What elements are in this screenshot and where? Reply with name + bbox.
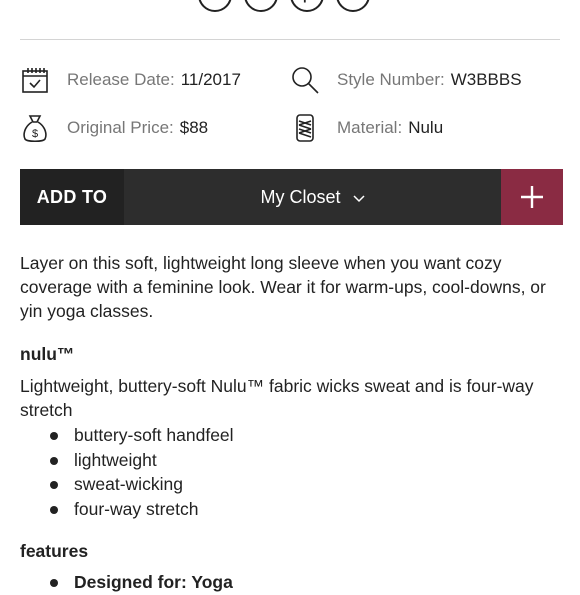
product-description: Layer on this soft, lightweight long sle… <box>20 253 546 321</box>
release-date-row: Release Date: 11/2017 <box>20 64 241 96</box>
fabric-spool-icon <box>290 113 320 143</box>
features-bullet-list: Designed for: Yoga <box>50 570 233 595</box>
plus-icon <box>521 186 543 208</box>
release-date-label: Release Date: <box>67 70 175 89</box>
closet-dropdown[interactable]: My Closet <box>124 169 501 225</box>
features-heading: features <box>20 541 89 561</box>
material-label: Material: <box>337 118 403 137</box>
social-share-row: f t p ✉ <box>198 0 370 12</box>
add-to-label: ADD TO <box>20 169 124 225</box>
original-price-label: Original Price: <box>67 118 174 137</box>
calendar-icon <box>20 65 50 95</box>
svg-text:$: $ <box>32 128 38 140</box>
list-item: four-way stretch <box>50 497 234 522</box>
style-number-row: Style Number: W3BBBS <box>290 64 522 96</box>
mail-icon[interactable]: ✉ <box>336 0 370 12</box>
original-price-value: $88 <box>179 118 209 137</box>
material-value: Nulu <box>408 118 444 137</box>
nulu-bullet-list: buttery-soft handfeel lightweight sweat-… <box>50 423 234 521</box>
list-item: buttery-soft handfeel <box>50 423 234 448</box>
nulu-heading: nulu™ <box>20 344 75 364</box>
add-to-closet-bar: ADD TO My Closet <box>20 169 563 225</box>
style-number-value: W3BBBS <box>450 70 522 89</box>
original-price-row: $ Original Price: $88 <box>20 112 208 144</box>
search-icon <box>290 65 320 95</box>
divider <box>20 39 560 40</box>
pinterest-icon[interactable]: p <box>290 0 324 12</box>
money-bag-icon: $ <box>20 113 50 143</box>
closet-dropdown-value: My Closet <box>260 186 341 207</box>
release-date-value: 11/2017 <box>180 70 241 89</box>
facebook-icon[interactable]: f <box>198 0 232 12</box>
material-row: Material: Nulu <box>290 112 443 144</box>
list-item: sweat-wicking <box>50 472 234 497</box>
nulu-description: Lightweight, buttery-soft Nulu™ fabric w… <box>20 376 534 420</box>
chevron-down-icon <box>352 187 365 208</box>
style-number-label: Style Number: <box>337 70 445 89</box>
twitter-icon[interactable]: t <box>244 0 278 12</box>
list-item: Designed for: Yoga <box>50 570 233 595</box>
list-item: lightweight <box>50 448 234 473</box>
add-button[interactable] <box>501 169 563 225</box>
